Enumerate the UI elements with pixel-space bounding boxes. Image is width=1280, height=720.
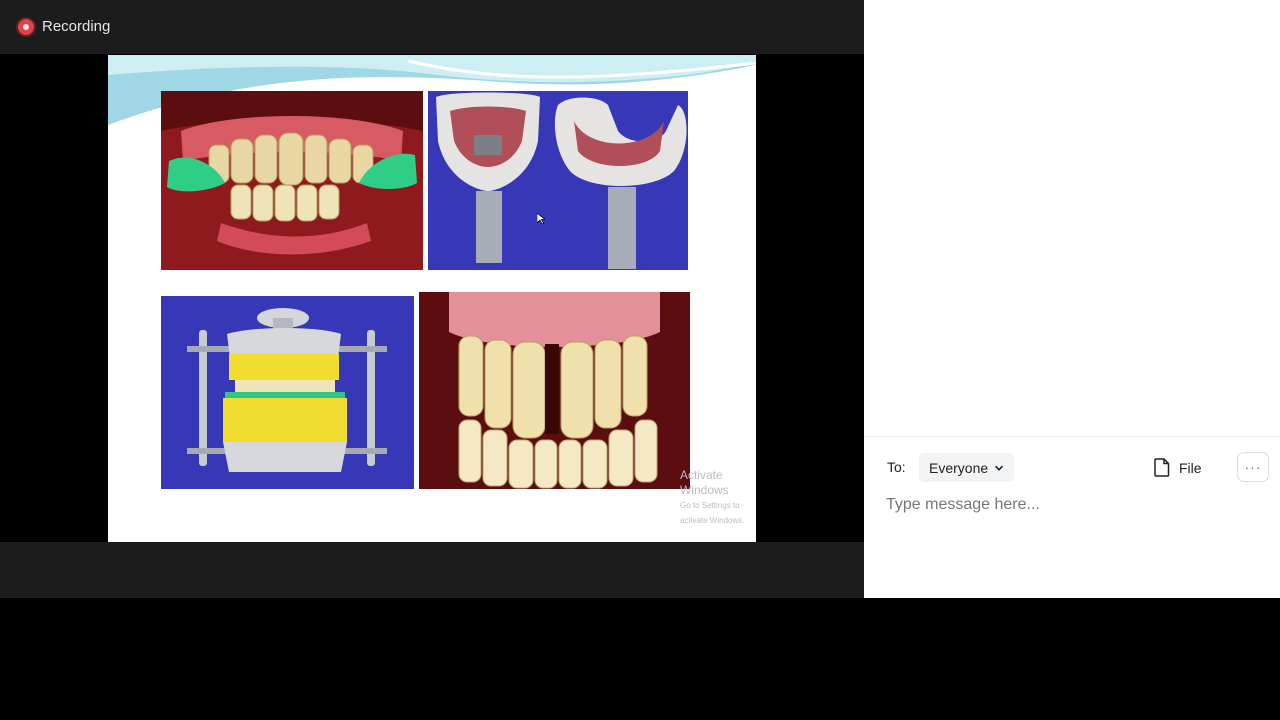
shared-slide: Activate Windows Go to Settings to activ… [108,55,756,542]
file-label: File [1179,459,1202,476]
meeting-top-bar: Recording [0,0,864,54]
meeting-bottom-bar [0,542,864,598]
more-icon[interactable]: ··· [1237,452,1269,482]
photo-teeth-bite-registration [161,91,423,270]
photo-impression-trays [428,91,688,270]
mouse-cursor-icon [537,213,545,225]
recipient-dropdown[interactable]: Everyone [919,453,1015,482]
recording-label: Recording [42,18,111,35]
activate-windows-watermark: Activate Windows Go to Settings to activ… [680,468,756,528]
watermark-title: Activate Windows [680,468,729,497]
meeting-window: Recording Activate Windows Go to Setting… [0,0,864,598]
chat-divider [864,436,1280,437]
record-icon[interactable] [18,19,34,35]
to-label: To: [887,459,906,475]
message-input[interactable] [886,492,1256,518]
file-button[interactable]: File [1154,455,1202,480]
file-icon [1154,458,1170,477]
recipient-value: Everyone [929,459,989,476]
photo-articulator-models [161,296,414,489]
watermark-subtitle: Go to Settings to activate Windows. [680,501,745,525]
chat-panel: To: Everyone File ··· [864,0,1280,598]
photo-teeth-closeup [419,292,690,489]
chevron-down-icon [995,465,1004,471]
